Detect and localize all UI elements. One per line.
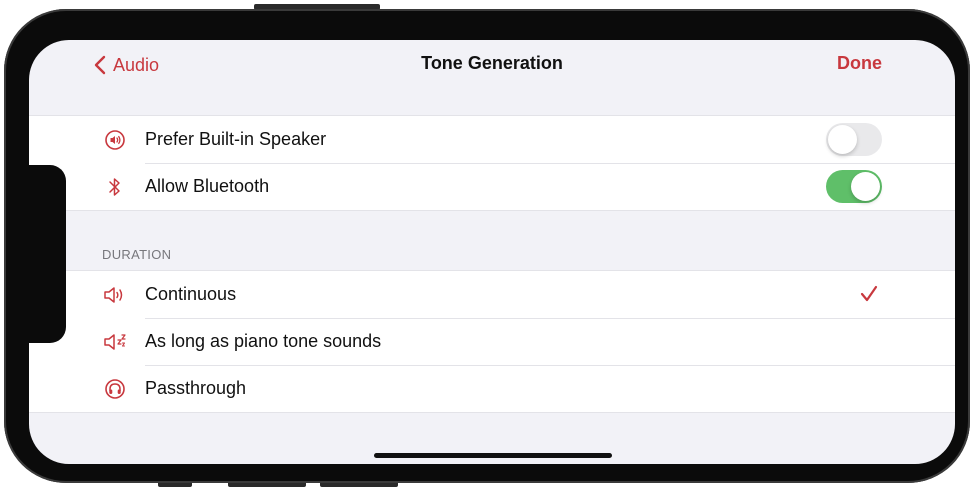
headphones-circle-icon xyxy=(103,377,127,401)
toggle-knob xyxy=(851,172,880,201)
list-item-allow-bluetooth: Allow Bluetooth xyxy=(29,163,955,210)
list-item-as-long-as-piano-tone-sounds[interactable]: As long as piano tone sounds xyxy=(29,318,955,365)
list-item-continuous[interactable]: Continuous xyxy=(29,271,955,318)
speaker-fade-icon xyxy=(103,330,127,354)
list-item-label: Continuous xyxy=(145,284,237,304)
page-title: Tone Generation xyxy=(421,53,563,73)
list-item-label: Passthrough xyxy=(145,378,247,398)
speaker-circle-icon xyxy=(103,128,127,152)
list-item-passthrough[interactable]: Passthrough xyxy=(29,365,955,412)
output-options-group: Prefer Built-in Speaker Allow Bluetooth xyxy=(29,115,955,211)
checkmark-icon xyxy=(859,284,879,309)
bluetooth-icon xyxy=(103,175,127,199)
prefer-built-in-speaker-toggle[interactable] xyxy=(826,123,882,156)
list-item-prefer-built-in-speaker: Prefer Built-in Speaker xyxy=(29,116,955,163)
section-header-duration: DURATION xyxy=(102,247,172,262)
camera-notch xyxy=(29,165,66,343)
speaker-wave-icon xyxy=(103,283,127,307)
list-item-label: As long as piano tone sounds xyxy=(145,331,382,351)
done-button[interactable]: Done xyxy=(837,53,882,74)
list-item-label: Prefer Built-in Speaker xyxy=(145,129,327,149)
home-indicator[interactable] xyxy=(374,453,612,458)
allow-bluetooth-toggle[interactable] xyxy=(826,170,882,203)
duration-options-group: Continuous As long as piano tone sounds … xyxy=(29,270,955,413)
screen: Audio Tone Generation Done Prefer Built-… xyxy=(29,40,955,464)
navigation-bar: Audio Tone Generation Done xyxy=(29,40,955,90)
phone-frame: Audio Tone Generation Done Prefer Built-… xyxy=(4,9,970,483)
toggle-knob xyxy=(828,125,857,154)
list-item-label: Allow Bluetooth xyxy=(145,176,270,196)
